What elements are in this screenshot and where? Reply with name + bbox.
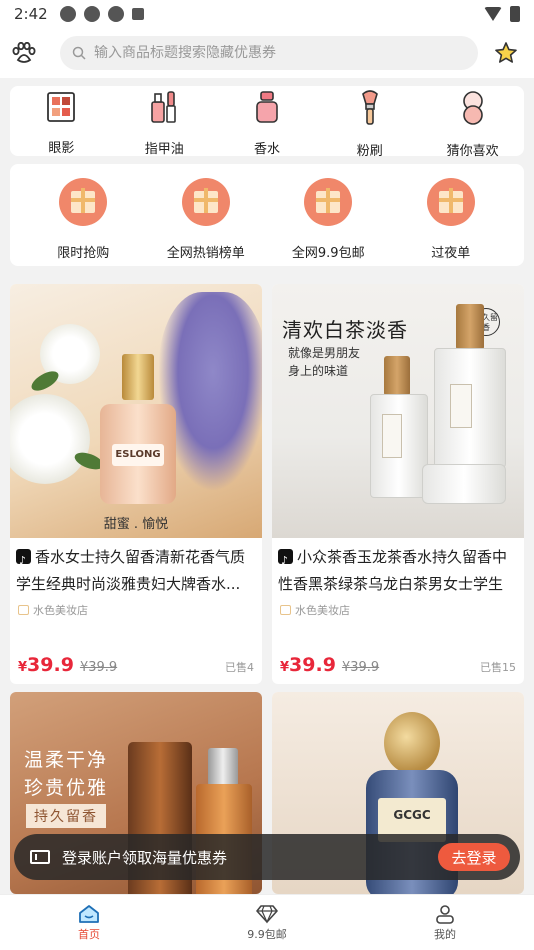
gift-icon	[426, 178, 475, 226]
nav-home[interactable]: 首页	[0, 895, 178, 950]
search-input[interactable]	[94, 45, 464, 61]
product-image[interactable]: ESLONG 甜蜜 . 愉悦	[10, 284, 262, 538]
bottle-cap	[208, 748, 238, 786]
login-banner: 登录账户领取海量优惠券 去登录	[14, 834, 520, 880]
promo-label: 全网9.9包邮	[291, 246, 365, 261]
bottle-cap	[384, 712, 440, 774]
profile-icon	[436, 904, 454, 924]
sold-count: 已售15	[480, 661, 516, 674]
category-guess-you-like[interactable]: 猜你喜欢	[421, 86, 524, 159]
promo-label: 过夜单	[431, 246, 471, 261]
login-prompt: 登录账户领取海量优惠券	[62, 848, 228, 867]
product-title: 香水女士持久留香清新花香气质学生经典时尚淡雅贵妇大牌香水...	[10, 538, 262, 600]
eyeshadow-palette-icon	[43, 90, 79, 123]
product-image[interactable]: 清欢白茶淡香 就像是男朋友 身上的味道 持久留香	[272, 284, 524, 538]
price-currency: ¥	[18, 660, 28, 675]
sold-count: 已售4	[225, 661, 254, 674]
price-row: ¥ 39.9 ¥39.9 已售4	[18, 654, 254, 676]
gift-icon	[304, 178, 353, 226]
search-icon	[72, 46, 86, 60]
paw-icon[interactable]	[10, 39, 38, 67]
tiktok-icon	[16, 547, 31, 574]
product-title: 小众茶香玉龙茶香水持久留香中性香黑茶绿茶乌龙白茶男女士学生	[272, 538, 524, 600]
top-header	[0, 28, 534, 78]
perfume-icon	[249, 90, 285, 124]
price: 39.9	[289, 654, 336, 676]
favorite-star-icon[interactable]	[492, 39, 520, 67]
home-icon	[79, 904, 99, 923]
diamond-icon	[256, 904, 278, 923]
makeup-brush-icon	[352, 90, 388, 126]
product-card[interactable]: ESLONG 甜蜜 . 愉悦 香水女士持久留香清新花香气质学生经典时尚淡雅贵妇大…	[10, 284, 262, 684]
image-subtitle: 就像是男朋友 身上的味道	[288, 346, 361, 378]
shop-icon	[18, 605, 29, 615]
login-button[interactable]: 去登录	[438, 843, 510, 871]
promo-flash-sale[interactable]: 限时抢购	[22, 164, 145, 266]
bottle-cap	[384, 356, 410, 396]
price-row: ¥ 39.9 ¥39.9 已售15	[280, 654, 516, 676]
tiktok-icon	[278, 547, 293, 574]
image-caption: 甜蜜 . 愉悦	[103, 517, 169, 532]
compact-mirror-icon	[455, 90, 491, 126]
shop-name[interactable]: 水色美妆店	[272, 600, 524, 620]
category-label: 眼影	[48, 141, 75, 156]
coupon-icon	[30, 850, 50, 864]
nav-label: 我的	[434, 927, 456, 941]
notification-app-icon	[83, 6, 100, 22]
promo-panel: 限时抢购 全网热销榜单 全网9.9包邮 过夜单	[10, 164, 524, 266]
category-eyeshadow[interactable]: 眼影	[10, 86, 113, 156]
category-label: 粉刷	[356, 144, 383, 159]
shop-icon	[280, 605, 291, 615]
promo-free-shipping[interactable]: 全网9.9包邮	[267, 164, 390, 266]
original-price: ¥39.9	[341, 660, 380, 675]
promo-best-sellers[interactable]: 全网热销榜单	[145, 164, 268, 266]
nav-label: 首页	[78, 927, 100, 941]
status-time: 2:42	[14, 5, 48, 23]
price-currency: ¥	[280, 660, 290, 675]
notification-icons	[59, 6, 144, 22]
flower-decoration	[10, 394, 90, 484]
nav-profile[interactable]: 我的	[356, 895, 534, 950]
long-lasting-tag: 持久留香	[26, 804, 106, 828]
notification-a-icon	[131, 8, 144, 20]
original-price: ¥39.9	[79, 660, 118, 675]
wifi-icon	[484, 7, 502, 21]
category-nail-polish[interactable]: 指甲油	[113, 86, 216, 157]
system-icons	[484, 6, 520, 22]
search-bar[interactable]	[60, 36, 478, 70]
status-bar: 2:42	[0, 0, 534, 28]
gift-icon	[181, 178, 230, 226]
image-heading: 清欢白茶淡香	[282, 318, 408, 342]
nail-polish-icon	[146, 90, 182, 124]
gift-icon	[59, 178, 108, 226]
app-screen: 2:42 输入商品标题搜索隐藏优惠券 眼影 指甲油 香水 粉刷 猜你喜欢 限时抢…	[0, 0, 534, 950]
category-label: 香水	[253, 142, 280, 157]
bottle-label	[382, 414, 402, 458]
bottle-label	[450, 384, 472, 428]
price: 39.9	[27, 654, 74, 676]
image-text: 温柔干净 珍贵优雅	[24, 749, 109, 799]
perfume-bottle-small	[422, 464, 506, 504]
category-label: 猜你喜欢	[446, 144, 499, 159]
battery-icon	[510, 6, 520, 22]
nav-label: 9.9包邮	[247, 927, 287, 941]
nav-free-shipping[interactable]: 9.9包邮	[178, 895, 356, 950]
shop-name[interactable]: 水色美妆店	[10, 600, 262, 620]
product-card[interactable]: 清欢白茶淡香 就像是男朋友 身上的味道 持久留香 小众茶香玉龙茶香水持久留香中性…	[272, 284, 524, 684]
bottle-cap	[456, 304, 484, 350]
bottle-brand: ESLONG	[112, 444, 164, 466]
notification-app-icon	[107, 6, 124, 22]
category-brush[interactable]: 粉刷	[318, 86, 421, 159]
notification-app-icon	[59, 6, 76, 22]
promo-overnight[interactable]: 过夜单	[390, 164, 513, 266]
promo-label: 全网热销榜单	[166, 246, 245, 261]
category-panel: 眼影 指甲油 香水 粉刷 猜你喜欢	[10, 86, 524, 159]
perfume-bottle: ESLONG	[100, 354, 176, 504]
category-label: 指甲油	[144, 142, 184, 157]
promo-label: 限时抢购	[57, 246, 110, 261]
bottom-nav: 首页 9.9包邮 我的	[0, 894, 534, 950]
category-perfume[interactable]: 香水	[216, 86, 319, 157]
